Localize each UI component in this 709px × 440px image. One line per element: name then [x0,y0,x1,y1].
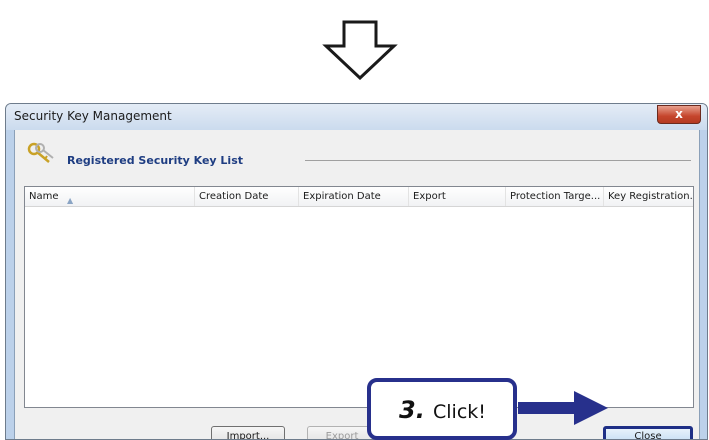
down-arrow-icon [322,20,398,80]
instruction-callout: 3. Click! [367,378,517,440]
section-divider [305,160,691,161]
close-button[interactable]: Close [603,426,693,439]
list-header: Name ▲ Creation Date Expiration Date Exp… [25,187,693,207]
column-header-protection-target[interactable]: Protection Targe... [506,187,604,206]
title-bar: Security Key Management x [6,104,707,130]
security-key-management-window: Security Key Management x Registered Sec… [5,103,708,440]
window-close-button[interactable]: x [657,105,701,124]
security-key-list[interactable]: Name ▲ Creation Date Expiration Date Exp… [24,186,694,408]
column-label: Name [29,191,59,202]
instruction-text: Click! [433,401,486,423]
keys-icon [27,142,54,163]
section-title: Registered Security Key List [67,154,243,167]
sort-ascending-icon: ▲ [67,196,74,205]
step-number: 3. [399,396,425,424]
column-header-name[interactable]: Name ▲ [25,187,195,206]
column-header-creation-date[interactable]: Creation Date [195,187,299,206]
window-title: Security Key Management [14,109,172,123]
column-header-expiration-date[interactable]: Expiration Date [299,187,409,206]
pointer-arrow-icon [518,391,608,425]
column-header-export[interactable]: Export [409,187,506,206]
column-header-key-registration[interactable]: Key Registration... [604,187,693,206]
import-button[interactable]: Import... [211,426,285,439]
